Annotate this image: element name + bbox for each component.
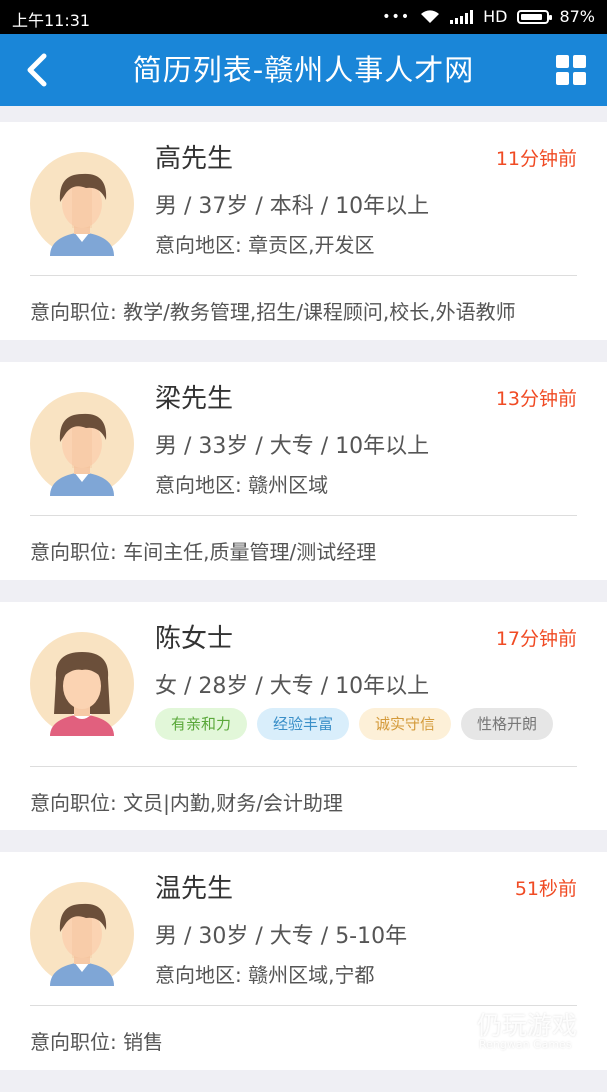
trait-tags: 有亲和力 经验丰富 诚实守信 性格开朗 [155, 708, 553, 740]
male-avatar-icon [30, 882, 134, 986]
desired-position: 意向职位: 销售 [30, 1026, 163, 1055]
desired-area: 意向地区: 赣州区域 [155, 469, 328, 498]
resume-card[interactable]: 梁先生 13分钟前 男 / 33岁 / 大专 / 10年以上 意向地区: 赣州区… [0, 362, 607, 580]
desired-area: 意向地区: 章贡区,开发区 [155, 229, 374, 258]
candidate-info: 男 / 33岁 / 大专 / 10年以上 [155, 428, 429, 460]
candidate-name: 温先生 [155, 868, 233, 905]
resume-list: 高先生 11分钟前 男 / 37岁 / 本科 / 10年以上 意向地区: 章贡区… [0, 122, 607, 1092]
battery-icon [517, 10, 549, 24]
divider [30, 766, 577, 767]
candidate-info: 女 / 28岁 / 大专 / 10年以上 [155, 668, 429, 700]
battery-fill [521, 14, 542, 20]
resume-card[interactable]: 高先生 11分钟前 男 / 37岁 / 本科 / 10年以上 意向地区: 章贡区… [0, 122, 607, 340]
app-bar: 简历列表-赣州人事人才网 [0, 34, 607, 106]
status-icons: ••• HD 87% [382, 7, 595, 26]
grid-icon[interactable] [555, 54, 587, 86]
candidate-name: 高先生 [155, 138, 233, 175]
more-dots-icon: ••• [382, 9, 410, 25]
watermark: 仍玩游戏 Rengwan Games [425, 1006, 585, 1056]
male-avatar-icon [30, 392, 134, 496]
network-type: HD [483, 7, 507, 26]
status-time: 上午11:31 [12, 7, 90, 31]
signal-icon [450, 10, 473, 24]
update-time: 51秒前 [515, 874, 577, 901]
battery-percent: 87% [559, 7, 595, 26]
female-avatar-icon [30, 632, 134, 736]
watermark-logo-icon [425, 1008, 471, 1050]
update-time: 13分钟前 [496, 384, 577, 411]
desired-position: 意向职位: 车间主任,质量管理/测试经理 [30, 536, 376, 565]
wifi-icon [420, 10, 440, 24]
male-avatar-icon [30, 152, 134, 256]
resume-card[interactable]: 陈女士 17分钟前 女 / 28岁 / 大专 / 10年以上 有亲和力 经验丰富… [0, 602, 607, 830]
candidate-name: 陈女士 [155, 618, 233, 655]
candidate-info: 男 / 37岁 / 本科 / 10年以上 [155, 188, 429, 220]
trait-tag: 性格开朗 [461, 708, 553, 740]
trait-tag: 诚实守信 [359, 708, 451, 740]
candidate-info: 男 / 30岁 / 大专 / 5-10年 [155, 918, 407, 950]
candidate-name: 梁先生 [155, 378, 233, 415]
desired-position: 意向职位: 教学/教务管理,招生/课程顾问,校长,外语教师 [30, 296, 516, 325]
desired-position: 意向职位: 文员|内勤,财务/会计助理 [30, 787, 343, 816]
update-time: 11分钟前 [496, 144, 577, 171]
desired-area: 意向地区: 赣州区域,宁都 [155, 959, 374, 988]
trait-tag: 经验丰富 [257, 708, 349, 740]
watermark-subtext: Rengwan Games [479, 1038, 572, 1051]
divider [30, 275, 577, 276]
trait-tag: 有亲和力 [155, 708, 247, 740]
watermark-text: 仍玩游戏 [477, 1006, 577, 1042]
page-title: 简历列表-赣州人事人才网 [0, 34, 607, 106]
status-bar: 上午11:31 ••• HD 87% [0, 0, 607, 34]
divider [30, 515, 577, 516]
update-time: 17分钟前 [496, 624, 577, 651]
